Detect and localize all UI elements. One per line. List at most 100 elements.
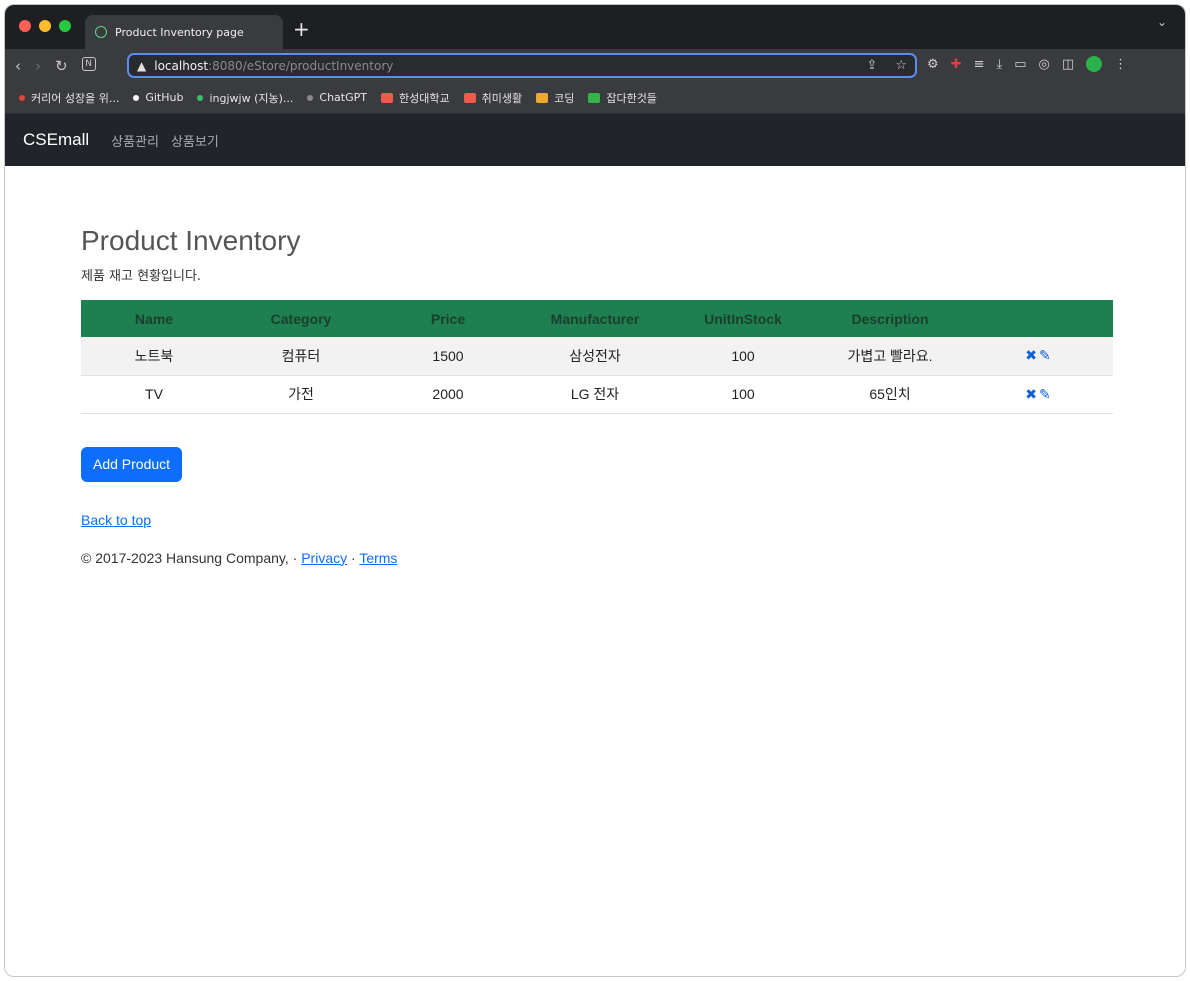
favicon-dot-icon — [197, 94, 204, 101]
footer-separator: · — [288, 549, 302, 566]
bookmark-item[interactable]: GitHub — [133, 91, 183, 104]
notion-extension-icon[interactable]: N — [81, 56, 96, 71]
bookmark-item[interactable]: ingjwjw (지농)... — [197, 90, 293, 106]
cell-actions: ✖ ✎ — [963, 375, 1113, 414]
extension-puzzle-icon[interactable]: ⚙ — [927, 57, 939, 72]
cell-price: 1500 — [375, 337, 521, 376]
bookmark-label: 커리어 성장을 위... — [31, 91, 120, 105]
col-header-manufacturer: Manufacturer — [550, 310, 640, 327]
reading-list-icon[interactable]: ≡ — [974, 57, 985, 72]
col-header-name: Name — [134, 310, 174, 327]
share-icon[interactable]: ⇪ — [866, 58, 877, 73]
col-header-price: Price — [430, 310, 466, 327]
url-path: :8080/eStore/productInventory — [208, 58, 394, 73]
browser-tab[interactable]: Product Inventory page — [85, 15, 283, 49]
bookmark-item[interactable]: 코딩 — [536, 90, 574, 106]
tab-list-chevron-icon[interactable]: ⌄ — [1157, 15, 1167, 29]
download-icon[interactable]: ⤓ — [996, 57, 1002, 72]
bookmark-star-icon[interactable]: ☆ — [895, 58, 907, 73]
bookmark-item[interactable]: 취미생활 — [463, 90, 523, 106]
browser-window: Product Inventory page + ⌄ ‹ › ↻ N ▲ loc… — [4, 4, 1186, 977]
bookmark-label: 취미생활 — [481, 91, 523, 105]
nav-link-product-management[interactable]: 상품관리 — [111, 131, 159, 150]
delete-x-icon[interactable]: ✖ — [1025, 386, 1037, 402]
bookmark-item[interactable]: 커리어 성장을 위... — [19, 90, 119, 106]
page-footer: © 2017-2023 Hansung Company, · Privacy ·… — [81, 550, 1113, 566]
nav-link-product-view[interactable]: 상품보기 — [171, 131, 219, 150]
footer-separator: · — [347, 549, 360, 566]
table-row: 노트북 컴퓨터 1500 삼성전자 100 가볍고 빨라요. ✖ ✎ — [81, 337, 1113, 376]
bookmark-label: ChatGPT — [319, 91, 367, 104]
new-tab-button[interactable]: + — [293, 17, 310, 41]
cell-unitinstock: 100 — [669, 375, 817, 414]
screen-cast-icon[interactable]: ▭ — [1014, 57, 1026, 72]
bookmark-label: ingjwjw (지농)... — [209, 91, 294, 105]
bookmark-label: GitHub — [145, 91, 184, 104]
favicon-dot-icon — [133, 94, 140, 101]
bookmark-label: 코딩 — [554, 91, 575, 105]
edit-pencil-icon[interactable]: ✎ — [1039, 386, 1051, 402]
bookmarks-bar: 커리어 성장을 위... GitHub ingjwjw (지농)... ChatGPT… — [5, 82, 1185, 114]
inventory-table: Name Category Price Manufacturer UnitInS… — [81, 300, 1113, 414]
bookmark-item[interactable]: 한성대학교 — [380, 90, 450, 106]
col-header-unitinstock: UnitInStock — [704, 310, 782, 327]
page-subtitle: 제품 재고 현황입니다. — [81, 269, 202, 284]
bookmark-item[interactable]: 잡다한것들 — [588, 90, 657, 106]
minimize-window-button[interactable] — [39, 20, 51, 32]
col-header-description: Description — [851, 310, 929, 327]
browser-toolbar: ‹ › ↻ N ▲ localhost :8080/eStore/product… — [5, 49, 1185, 82]
col-header-actions — [963, 300, 1113, 337]
bookmark-label: 한성대학교 — [398, 91, 450, 105]
cell-category: 컴퓨터 — [227, 337, 375, 376]
flag-icon[interactable]: ✚ — [951, 57, 962, 72]
screenshot-icon[interactable]: ◎ — [1039, 57, 1050, 72]
cell-manufacturer: LG 전자 — [521, 375, 669, 414]
cell-name: 노트북 — [81, 337, 227, 376]
tab-favicon-icon — [95, 26, 107, 38]
reload-icon[interactable]: ↻ — [55, 57, 68, 75]
main-content: Product Inventory 제품 재고 현황입니다. Name Cate… — [81, 225, 1113, 566]
table-header-row: Name Category Price Manufacturer UnitInS… — [81, 300, 1113, 337]
cell-actions: ✖ ✎ — [963, 337, 1113, 376]
privacy-link[interactable]: Privacy — [301, 550, 347, 566]
edit-pencil-icon[interactable]: ✎ — [1039, 347, 1051, 363]
back-arrow-icon[interactable]: ‹ — [15, 57, 21, 75]
cell-manufacturer: 삼성전자 — [521, 337, 669, 376]
cell-category: 가전 — [227, 375, 375, 414]
maximize-window-button[interactable] — [59, 20, 71, 32]
cell-description: 가볍고 빨라요. — [817, 337, 963, 376]
folder-icon — [588, 92, 601, 103]
more-menu-icon[interactable]: ⋮ — [1114, 57, 1127, 72]
bookmark-item[interactable]: ChatGPT — [307, 91, 367, 104]
page-title: Product Inventory — [81, 225, 301, 256]
site-navbar: CSEmall 상품관리 상품보기 — [5, 114, 1185, 166]
add-product-button[interactable]: Add Product — [81, 446, 183, 482]
tab-title: Product Inventory page — [115, 25, 244, 39]
cell-price: 2000 — [375, 375, 521, 414]
folder-icon — [380, 92, 393, 103]
footer-copyright: © 2017-2023 Hansung Company, — [81, 549, 289, 566]
profile-avatar[interactable] — [1086, 56, 1103, 72]
table-row: TV 가전 2000 LG 전자 100 65인치 ✖ ✎ — [81, 375, 1113, 414]
col-header-category: Category — [270, 310, 332, 327]
window-controls — [19, 20, 71, 32]
side-panel-icon[interactable]: ◫ — [1062, 57, 1074, 72]
cell-unitinstock: 100 — [669, 337, 817, 376]
warning-triangle-icon[interactable]: ▲ — [137, 59, 146, 73]
delete-x-icon[interactable]: ✖ — [1025, 347, 1037, 363]
back-to-top-link[interactable]: Back to top — [81, 512, 151, 528]
address-bar[interactable]: ▲ localhost :8080/eStore/productInventor… — [127, 53, 917, 78]
favicon-dot-icon — [307, 94, 314, 101]
cell-name: TV — [81, 375, 227, 414]
url-host: localhost — [154, 58, 209, 73]
terms-link[interactable]: Terms — [359, 550, 397, 566]
favicon-dot-icon — [19, 94, 25, 101]
bookmark-label: 잡다한것들 — [606, 91, 657, 105]
folder-icon — [536, 92, 549, 103]
cell-description: 65인치 — [817, 375, 963, 414]
close-window-button[interactable] — [19, 20, 31, 32]
browser-titlebar: Product Inventory page + ⌄ — [5, 5, 1185, 49]
folder-icon — [463, 92, 476, 103]
site-brand[interactable]: CSEmall — [23, 130, 89, 150]
forward-arrow-icon[interactable]: › — [35, 57, 41, 75]
